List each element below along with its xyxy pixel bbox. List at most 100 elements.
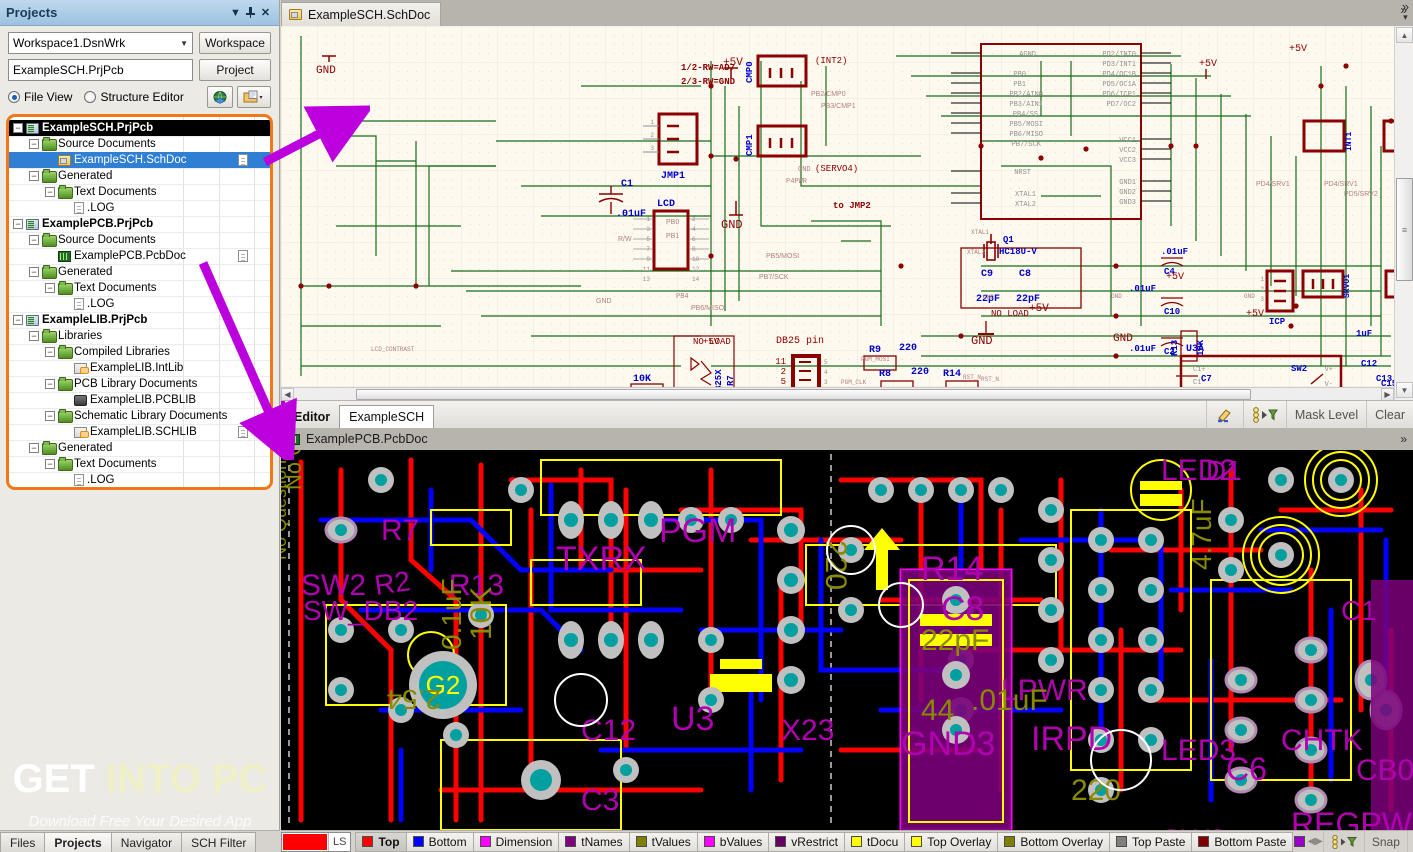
tree-item-generated[interactable]: −Generated: [9, 168, 270, 184]
tree-item-examplepcb-prjpcb[interactable]: −ExamplePCB.PrjPcb: [9, 216, 270, 232]
project-tree-container[interactable]: −ExampleSCH.PrjPcb−Source DocumentsExamp…: [6, 114, 273, 490]
project-button[interactable]: Project: [199, 59, 271, 81]
tree-item-text-documents[interactable]: −Text Documents: [9, 184, 270, 200]
layer-tab-tdocu[interactable]: tDocu: [844, 832, 905, 852]
svg-text:JMP1: JMP1: [661, 171, 685, 182]
layer-tab-top-overlay[interactable]: Top Overlay: [904, 832, 998, 852]
tree-item-compiled-libraries[interactable]: −Compiled Libraries: [9, 344, 270, 360]
scroll-left-arrow[interactable]: ◀: [281, 388, 294, 401]
collapse-toggle-icon[interactable]: −: [29, 267, 39, 277]
workspace-combo[interactable]: Workspace1.DsnWrk ▼: [8, 32, 193, 54]
layer-tab-bottom-paste[interactable]: Bottom Paste: [1191, 832, 1293, 852]
scroll-thumb-vertical[interactable]: ≡: [1396, 178, 1413, 281]
mask-level-button[interactable]: Mask Level: [1407, 831, 1413, 852]
layer-tabs[interactable]: TopBottomDimensiontNamestValuesbValuesvR…: [355, 832, 1292, 852]
layer-prev-button[interactable]: ◀: [1307, 831, 1315, 852]
tree-item-examplesch-prjpcb[interactable]: −ExampleSCH.PrjPcb: [9, 120, 270, 136]
open-project-icon[interactable]: [237, 86, 271, 108]
scroll-right-arrow[interactable]: ▶: [1381, 388, 1394, 401]
clear-button[interactable]: Clear: [1366, 401, 1413, 429]
collapse-toggle-icon[interactable]: −: [45, 283, 55, 293]
pcb-canvas[interactable]: G2 R7 R13 R14 R2 SW2 SW_DB2 PGM TXRX C8 …: [281, 450, 1413, 830]
layer-tab-bottom[interactable]: Bottom: [406, 832, 474, 852]
tree-item-source-documents[interactable]: −Source Documents: [9, 136, 270, 152]
tree-item-generated[interactable]: −Generated: [9, 264, 270, 280]
pencil-highlight-icon[interactable]: [1206, 401, 1243, 429]
collapse-toggle-icon[interactable]: −: [45, 411, 55, 421]
tree-item-generated[interactable]: −Generated: [9, 440, 270, 456]
close-icon[interactable]: ✕: [258, 5, 273, 20]
globe-icon[interactable]: [207, 86, 233, 108]
project-combo[interactable]: ExampleSCH.PrjPcb: [8, 59, 193, 81]
collapse-toggle-icon[interactable]: −: [45, 347, 55, 357]
tab-examplesch-schdoc[interactable]: ExampleSCH.SchDoc: [281, 2, 441, 26]
chevron-down-icon[interactable]: ▼: [228, 5, 243, 20]
layer-tab-vrestrict[interactable]: vRestrict: [768, 832, 845, 852]
panel-tab-sch-filter[interactable]: SCH Filter: [181, 832, 256, 852]
left-panel-tabs[interactable]: FilesProjectsNavigatorSCH Filter: [0, 830, 280, 852]
collapse-toggle-icon[interactable]: −: [29, 139, 39, 149]
collapse-toggle-icon[interactable]: −: [29, 443, 39, 453]
scroll-thumb-horizontal[interactable]: [356, 389, 1251, 400]
filter-funnel-icon[interactable]: [1243, 401, 1286, 429]
layer-stack-indicator[interactable]: LS: [281, 832, 351, 852]
layer-tab-dimension[interactable]: Dimension: [473, 832, 560, 852]
collapse-toggle-icon[interactable]: −: [45, 459, 55, 469]
tab-editor[interactable]: Editor: [285, 406, 339, 428]
pcb-tab-bar[interactable]: ExamplePCB.PcbDoc »: [281, 428, 1413, 450]
layer-tab-top-paste[interactable]: Top Paste: [1109, 832, 1192, 852]
panel-tab-projects[interactable]: Projects: [44, 832, 111, 852]
panel-tab-files[interactable]: Files: [0, 832, 45, 852]
collapse-toggle-icon[interactable]: −: [13, 219, 23, 229]
collapse-toggle-icon[interactable]: −: [13, 315, 23, 325]
tree-item-log[interactable]: .LOG: [9, 200, 270, 216]
pin-icon[interactable]: [243, 5, 258, 20]
collapse-toggle-icon[interactable]: −: [45, 379, 55, 389]
collapse-toggle-icon[interactable]: −: [29, 331, 39, 341]
radio-structure-editor[interactable]: [84, 91, 96, 103]
layers-filter-icon[interactable]: [1323, 831, 1364, 852]
collapse-toggle-icon[interactable]: −: [29, 235, 39, 245]
tree-item-log[interactable]: .LOG: [9, 296, 270, 312]
tree-item-examplelib-prjpcb[interactable]: −ExampleLIB.PrjPcb: [9, 312, 270, 328]
collapse-toggle-icon[interactable]: −: [13, 123, 23, 133]
layer-tab-tnames[interactable]: tNames: [558, 832, 629, 852]
tree-item-examplepcb-pcbdoc[interactable]: ExamplePCB.PcbDoc: [9, 248, 270, 264]
mask-level-button[interactable]: Mask Level: [1286, 401, 1366, 429]
chevron-down-icon[interactable]: ▼: [180, 39, 188, 48]
schematic-horizontal-scrollbar[interactable]: ◀ ▶: [281, 387, 1394, 400]
schematic-tab-bar[interactable]: ExampleSCH.SchDoc »: [281, 0, 1413, 26]
collapse-toggle-icon[interactable]: −: [29, 171, 39, 181]
radio-file-view[interactable]: [8, 91, 20, 103]
snap-button[interactable]: Snap: [1364, 831, 1407, 852]
overflow-layer-swatch[interactable]: [1294, 836, 1305, 847]
tab-examplesch[interactable]: ExampleSCH: [339, 405, 434, 429]
tree-item-schematic-library-documents[interactable]: −Schematic Library Documents: [9, 408, 270, 424]
project-tree[interactable]: −ExampleSCH.PrjPcb−Source DocumentsExamp…: [9, 117, 270, 488]
collapse-toggle-icon[interactable]: −: [45, 187, 55, 197]
tree-item-examplelib-schlib[interactable]: ExampleLIB.SCHLIB: [9, 424, 270, 440]
layer-tab-top[interactable]: Top: [355, 832, 406, 852]
panel-tab-navigator[interactable]: Navigator: [111, 832, 182, 852]
tree-item-libraries[interactable]: −Libraries: [9, 328, 270, 344]
schematic-vertical-scrollbar[interactable]: ▲ ≡ ▼: [1394, 26, 1413, 400]
schematic-canvas[interactable]: 1 2 3 JMP1 CMP0 (INT2): [281, 26, 1413, 387]
tree-item-examplelib-pcblib[interactable]: ExampleLIB.PCBLIB: [9, 392, 270, 408]
scroll-up-arrow[interactable]: ▲: [1396, 27, 1413, 43]
tree-item-log[interactable]: .LOG: [9, 472, 270, 488]
scroll-down-arrow[interactable]: ▼: [1396, 382, 1413, 398]
tree-item-source-documents[interactable]: −Source Documents: [9, 232, 270, 248]
top-right-expand-icon[interactable]: »▾: [1402, 2, 1409, 22]
layer-tab-bvalues[interactable]: bValues: [697, 832, 769, 852]
tree-item-text-documents[interactable]: −Text Documents: [9, 280, 270, 296]
tree-item-text-documents[interactable]: −Text Documents: [9, 456, 270, 472]
chevron-right-icon[interactable]: »: [1400, 432, 1407, 446]
layer-tab-bottom-overlay[interactable]: Bottom Overlay: [997, 832, 1110, 852]
workspace-button[interactable]: Workspace: [199, 32, 271, 54]
tree-item-pcb-library-documents[interactable]: −PCB Library Documents: [9, 376, 270, 392]
layer-tab-tvalues[interactable]: tValues: [629, 832, 698, 852]
ls-label[interactable]: LS: [328, 833, 350, 851]
tree-item-examplelib-intlib[interactable]: ExampleLIB.IntLib: [9, 360, 270, 376]
layer-next-button[interactable]: ▶: [1315, 831, 1323, 852]
tree-item-examplesch-schdoc[interactable]: ExampleSCH.SchDoc: [9, 152, 270, 168]
